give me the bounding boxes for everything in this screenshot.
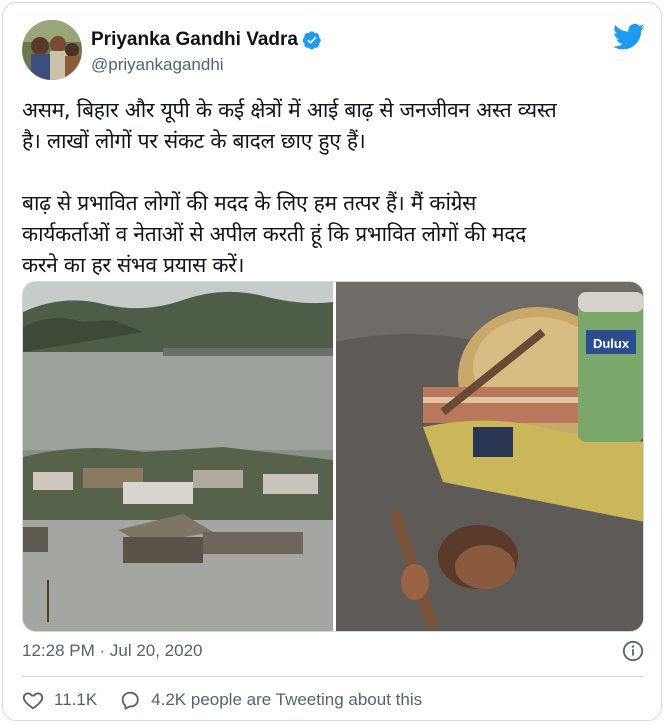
tweet-text: असम, बिहार और यूपी के कई क्षेत्रों में आ… (22, 98, 557, 277)
conversation-button[interactable]: 4.2K people are Tweeting about this (119, 689, 422, 711)
left-flood-photo (23, 282, 333, 631)
author-handle[interactable]: @priyankagandhi (91, 55, 224, 75)
avatar[interactable] (22, 20, 82, 80)
tweet-card[interactable]: Priyanka Gandhi Vadra @priyankagandhi अस… (2, 2, 662, 721)
verified-badge-icon (302, 31, 321, 50)
right-flood-photo: Dulux (336, 282, 643, 631)
heart-icon (22, 692, 44, 710)
tweet-media[interactable]: Dulux (22, 281, 644, 632)
tweet-timestamp[interactable]: 12:28 PM · Jul 20, 2020 (22, 641, 203, 661)
like-count: 11.1K (54, 690, 98, 709)
twitter-bird-icon[interactable] (613, 23, 645, 51)
conversation-text: 4.2K people are Tweeting about this (151, 690, 423, 709)
author-name[interactable]: Priyanka Gandhi Vadra (91, 29, 298, 51)
divider (22, 676, 644, 677)
like-button[interactable]: 11.1K (22, 689, 97, 711)
dulux-label: Dulux (593, 336, 630, 351)
info-icon[interactable] (622, 640, 644, 662)
speech-bubble-icon (121, 691, 139, 710)
